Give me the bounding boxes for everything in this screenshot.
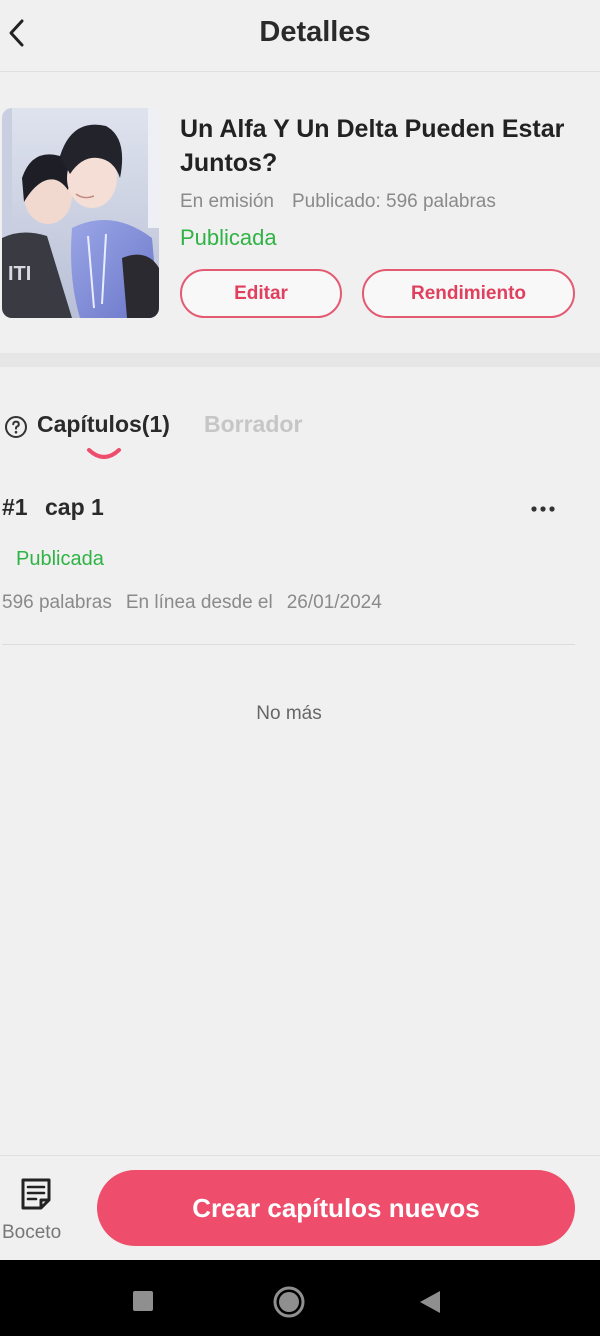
chapter-online-label: En línea desde el <box>125 592 273 613</box>
edit-button[interactable]: Editar <box>180 269 342 318</box>
note-icon <box>21 1178 51 1210</box>
tab-drafts[interactable]: Borrador <box>204 411 302 438</box>
draft-label: Boceto <box>2 1222 62 1243</box>
page-title: Detalles <box>259 16 371 48</box>
system-nav-bar <box>0 1260 600 1336</box>
back-triangle-icon[interactable] <box>418 1289 442 1315</box>
chapter-meta: 596 palabras En línea desde el 26/01/2024 <box>2 592 382 614</box>
svg-text:ITI: ITI <box>8 263 31 285</box>
draft-button[interactable]: Boceto <box>0 1172 74 1248</box>
book-cover-illustration: ITI <box>2 108 159 318</box>
create-chapter-button[interactable]: Crear capítulos nuevos <box>97 1170 575 1246</box>
more-horizontal-icon <box>531 506 555 512</box>
chapter-more-button[interactable] <box>526 497 560 521</box>
book-meta: En emisión Publicado: 596 palabras <box>180 191 496 213</box>
active-tab-indicator <box>87 448 121 459</box>
row-divider <box>2 644 575 645</box>
publish-status: Publicada <box>180 225 277 250</box>
book-title: Un Alfa Y Un Delta Pueden Estar Juntos? <box>180 115 565 177</box>
serial-status: En emisión <box>180 191 274 212</box>
chapter-status: Publicada <box>16 548 104 570</box>
tab-chapters[interactable]: Capítulos(1) <box>37 411 170 438</box>
chapter-word-count: 596 palabras <box>2 592 112 613</box>
chapter-number: #1 <box>2 494 28 520</box>
chapter-title[interactable]: cap 1 <box>45 494 104 521</box>
published-word-count: Publicado: 596 palabras <box>292 191 496 212</box>
performance-button[interactable]: Rendimiento <box>362 269 575 318</box>
recent-apps-icon[interactable] <box>133 1291 153 1311</box>
book-cover[interactable]: ITI <box>2 108 159 318</box>
app-root: Detalles ITI Un Alfa Y Un Delta Pueden E… <box>0 0 600 1336</box>
chapter-date: 26/01/2024 <box>286 592 382 613</box>
section-divider <box>0 353 600 367</box>
question-circle-icon[interactable] <box>4 415 28 439</box>
list-end-text: No más <box>256 703 322 724</box>
top-header: Detalles <box>0 0 600 72</box>
home-icon[interactable] <box>273 1286 305 1318</box>
